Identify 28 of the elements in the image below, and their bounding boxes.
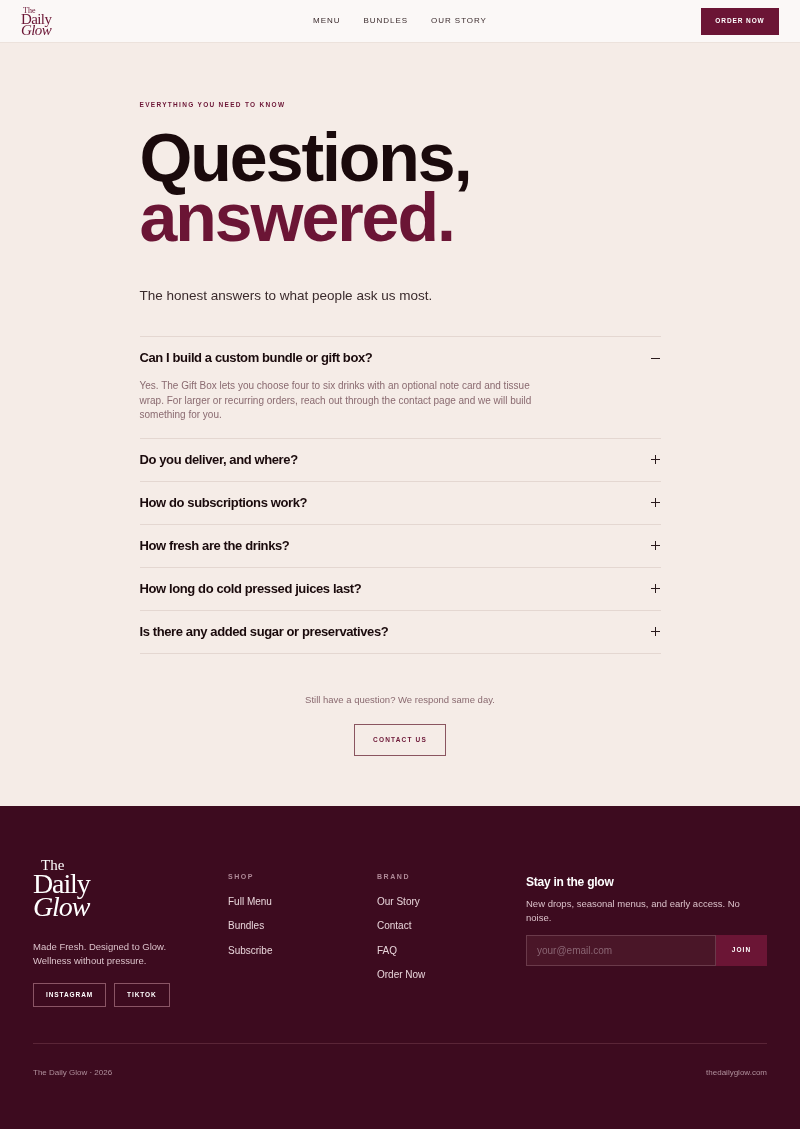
faq-question[interactable]: Can I build a custom bundle or gift box?	[139, 337, 661, 379]
faq-question[interactable]: Do you deliver, and where?	[139, 438, 661, 481]
faq-answer: Yes. The Gift Box lets you choose four to six drinks with an optional note card and tissue wrap. For larger or recurring orders, reach out through the contact page and we will build something for you.	[139, 379, 533, 422]
faq-question[interactable]: Is there any added sugar or preservatives?	[139, 610, 661, 653]
brand-logo[interactable]: The Daily Glow	[21, 6, 52, 36]
email-input[interactable]: your@email.com	[526, 934, 716, 966]
footer-link[interactable]: Bundles	[228, 919, 265, 932]
footer-link[interactable]: Order Now	[377, 968, 426, 981]
footer-link[interactable]: FAQ	[377, 943, 397, 957]
nav-link[interactable]: BUNDLES	[363, 15, 408, 27]
domain-text: thedailyglow.com	[706, 1067, 767, 1078]
footer-link[interactable]: Our Story	[377, 894, 420, 908]
copyright-text: The Daily Glow · 2026	[33, 1067, 113, 1078]
newsletter-description: New drops, seasonal menus, and early access. No noise.	[526, 896, 741, 925]
nav-link[interactable]: OUR STORY	[431, 15, 487, 27]
newsletter-title: Stay in the glow	[526, 874, 614, 890]
footer-link[interactable]: Subscribe	[228, 943, 273, 957]
page-subtitle: The honest answers to what people ask us most.	[139, 287, 434, 305]
footer-link[interactable]: Full Menu	[228, 894, 272, 908]
faq-question[interactable]: How long do cold pressed juices last?	[139, 567, 661, 610]
page-heading: Questions, answered.	[139, 127, 472, 247]
footer-link[interactable]: Contact	[377, 919, 412, 932]
faq-question[interactable]: How fresh are the drinks?	[139, 524, 661, 567]
contact-prompt: Still have a question? We respond same day.	[305, 693, 495, 706]
faq-question[interactable]: How do subscriptions work?	[139, 481, 661, 524]
nav-link[interactable]: MENU	[313, 15, 341, 27]
footer-tagline: Made Fresh. Designed to Glow. Wellness without pressure.	[33, 939, 168, 968]
brand-logo: The Daily Glow	[33, 857, 90, 918]
